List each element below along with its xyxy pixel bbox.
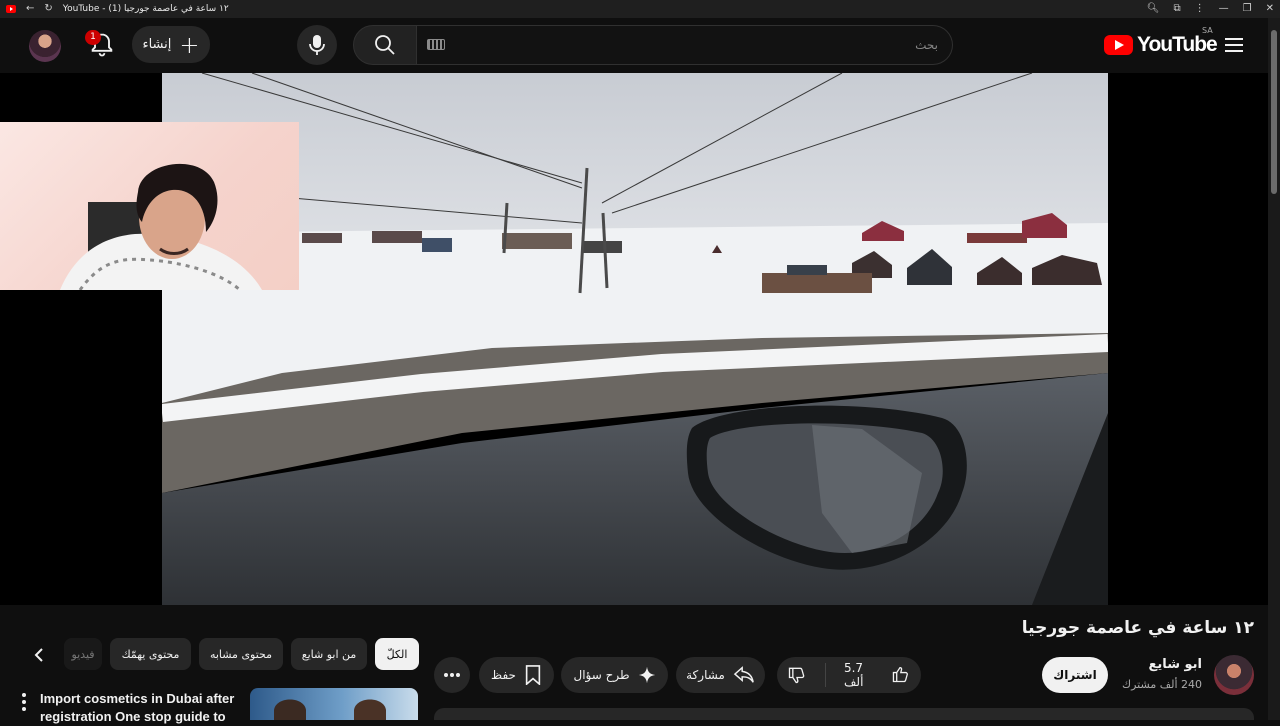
reload-icon[interactable]: ↻ (44, 0, 52, 18)
ask-label: طرح سؤال (573, 668, 630, 682)
like-count: 5.7 ألف (843, 661, 864, 689)
chip-for-you[interactable]: محتوى يهمّك (110, 638, 191, 670)
scrollbar-thumb[interactable] (1271, 30, 1277, 194)
thumbnail-image (274, 699, 386, 720)
share-label: مشاركة (686, 668, 725, 682)
page-scrollbar[interactable] (1268, 18, 1280, 720)
subscribe-button[interactable]: اشتراك (1042, 657, 1108, 693)
save-label: حفظ (491, 668, 516, 682)
recommendation-thumbnail[interactable] (250, 688, 418, 720)
youtube-logo[interactable]: YouTube SA (1104, 26, 1218, 58)
microphone-icon (309, 35, 325, 55)
chip-from-channel[interactable]: من ابو شايع (291, 638, 367, 670)
description-box[interactable] (434, 708, 1254, 720)
extensions-icon[interactable]: ⧉ (1174, 0, 1181, 18)
search-box (417, 25, 953, 65)
hamburger-menu-icon[interactable] (1224, 37, 1244, 53)
create-label: إنشاء (142, 37, 172, 52)
video-title: ١٢ ساعة في عاصمة جورجيا (1021, 618, 1254, 638)
like-button[interactable]: 5.7 ألف (834, 661, 921, 689)
channel-name[interactable]: ابو شايع (1149, 657, 1202, 672)
close-icon[interactable]: ✕ (1266, 0, 1274, 18)
thumbs-down-icon (788, 667, 805, 684)
dislike-button[interactable] (777, 665, 817, 685)
share-icon (733, 666, 754, 683)
webcam-overlay (0, 122, 299, 290)
tab-title[interactable]: YouTube - (1) ١٢ ساعة في عاصمة جورجيا (63, 4, 229, 14)
restore-icon[interactable]: ❐ (1243, 0, 1252, 18)
recommendation-menu-icon[interactable] (18, 690, 30, 714)
tab-favicon-icon (6, 5, 16, 13)
recommendation-title[interactable]: Import cosmetics in Dubai after registra… (40, 690, 244, 726)
thumbs-up-icon (893, 667, 909, 683)
back-icon[interactable]: ← (26, 0, 34, 18)
chips-next-button[interactable] (26, 642, 52, 668)
ask-question-button[interactable]: طرح سؤال (561, 657, 668, 693)
webcam-person (60, 163, 262, 290)
account-avatar[interactable] (29, 30, 61, 62)
masthead: 1 إنشاء + YouTube SA (0, 18, 1280, 73)
country-code: SA (1202, 26, 1213, 35)
like-dislike-bar: 5.7 ألف (777, 657, 921, 693)
logo-text: YouTube (1137, 33, 1218, 56)
zoom-icon[interactable]: 🔍︎ (1147, 0, 1160, 18)
keyboard-icon[interactable] (427, 39, 445, 50)
chip-all[interactable]: الكلّ (375, 638, 419, 670)
notification-badge: 1 (85, 30, 101, 45)
subscriber-count: 240 ألف مشترك (1122, 678, 1202, 691)
browser-menu-icon[interactable]: ⋮ (1195, 0, 1205, 18)
chip-videos[interactable]: فيديو (64, 638, 102, 670)
plus-icon: + (179, 30, 200, 59)
video-player[interactable] (0, 73, 1268, 605)
create-button[interactable]: إنشاء + (132, 26, 210, 63)
sparkle-icon (638, 666, 655, 684)
share-button[interactable]: مشاركة (676, 657, 765, 693)
minimize-icon[interactable]: — (1219, 0, 1229, 18)
channel-avatar[interactable] (1214, 655, 1254, 695)
like-separator (825, 663, 826, 687)
search-button[interactable] (353, 25, 417, 65)
save-button[interactable]: حفظ (479, 657, 554, 693)
search-input[interactable] (468, 35, 938, 55)
search-icon (375, 35, 395, 55)
voice-search-button[interactable] (297, 25, 337, 65)
video-scene (162, 73, 1108, 605)
chip-related[interactable]: محتوى مشابه (199, 638, 283, 670)
youtube-play-icon (1104, 35, 1133, 55)
more-actions-button[interactable] (434, 657, 470, 693)
chevron-left-icon (34, 648, 43, 662)
video-frame[interactable] (162, 73, 1108, 605)
bookmark-icon (525, 665, 541, 685)
browser-titlebar: ← ↻ YouTube - (1) ١٢ ساعة في عاصمة جورجي… (0, 0, 1280, 18)
more-horizontal-icon (444, 673, 460, 677)
